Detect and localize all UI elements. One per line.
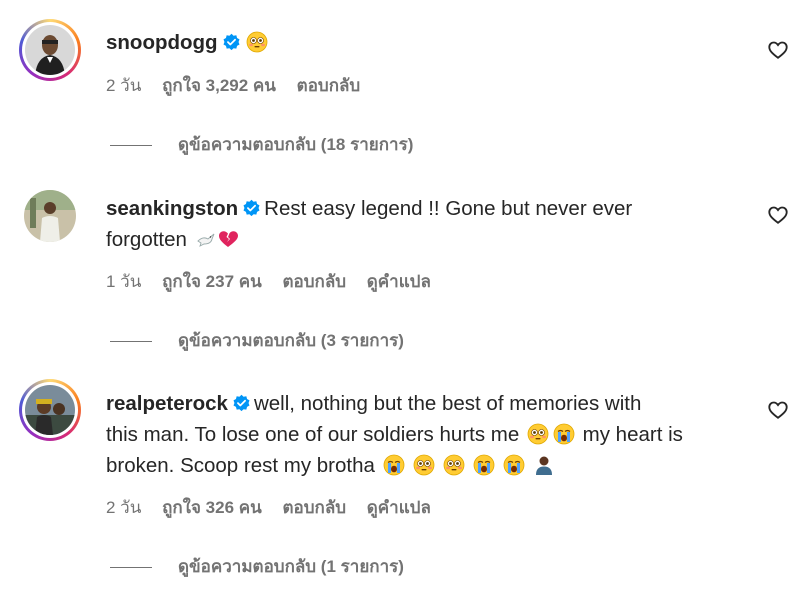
view-replies-label: ดูข้อความตอบกลับ (18 รายการ) <box>178 135 414 154</box>
avatar-seankingston[interactable] <box>24 190 76 242</box>
comment-body: snoopdogg <box>106 27 756 58</box>
crying-face-icon <box>503 454 525 476</box>
crying-face-icon <box>383 454 405 476</box>
translate-button[interactable]: ดูคำแปล <box>367 272 431 291</box>
comment-text-line3: my heart is <box>582 423 683 446</box>
avatar-snoopdogg[interactable] <box>19 19 81 81</box>
divider-line <box>110 567 152 569</box>
view-replies-button[interactable]: ดูข้อความตอบกลับ (1 รายการ) <box>110 553 404 580</box>
likes-count[interactable]: ถูกใจ 3,292 คน <box>162 76 276 95</box>
flushed-face-icon <box>527 423 549 445</box>
username[interactable]: seankingston <box>106 197 238 220</box>
comment-text-line2: forgotten <box>106 228 187 251</box>
verified-badge-icon <box>223 33 240 51</box>
divider-line <box>110 145 152 147</box>
like-heart-icon[interactable] <box>767 399 789 421</box>
comment-text-line4: broken. Scoop rest my brotha <box>106 454 375 477</box>
verified-badge-icon <box>233 394 250 412</box>
dove-icon <box>196 233 215 247</box>
comment-meta: 2 วัน ถูกใจ 3,292 คน ตอบกลับ <box>106 72 376 99</box>
likes-count[interactable]: ถูกใจ 237 คน <box>162 272 262 291</box>
reply-button[interactable]: ตอบกลับ <box>297 76 361 95</box>
flushed-face-icon <box>246 31 268 53</box>
comment-text-line1: well, nothing but the best of memories w… <box>253 392 642 415</box>
crying-face-icon <box>553 423 575 445</box>
view-replies-label: ดูข้อความตอบกลับ (1 รายการ) <box>178 557 404 576</box>
like-heart-icon[interactable] <box>767 204 789 226</box>
comment-body: seankingston Rest easy legend !! Gone but… <box>106 193 756 255</box>
comment-meta: 2 วัน ถูกใจ 326 คน ตอบกลับ ดูคำแปล <box>106 494 447 521</box>
avatar-realpeterock[interactable] <box>19 379 81 441</box>
verified-badge-icon <box>243 199 260 217</box>
comment-time: 2 วัน <box>106 498 142 517</box>
comment-text-line2: this man. To lose one of our soldiers hu… <box>106 423 520 446</box>
username[interactable]: snoopdogg <box>106 31 218 54</box>
crying-face-icon <box>473 454 495 476</box>
avatar-image <box>25 385 75 435</box>
comment-body: realpeterock well, nothing but the best o… <box>106 388 756 481</box>
comment-time: 1 วัน <box>106 272 142 291</box>
comment-meta: 1 วัน ถูกใจ 237 คน ตอบกลับ ดูคำแปล <box>106 268 447 295</box>
flushed-face-icon <box>443 454 465 476</box>
view-replies-button[interactable]: ดูข้อความตอบกลับ (18 รายการ) <box>110 131 413 158</box>
like-heart-icon[interactable] <box>767 39 789 61</box>
translate-button[interactable]: ดูคำแปล <box>367 498 431 517</box>
avatar-image <box>25 25 75 75</box>
divider-line <box>110 341 152 343</box>
person-icon <box>535 456 552 475</box>
reply-button[interactable]: ตอบกลับ <box>282 498 346 517</box>
username[interactable]: realpeterock <box>106 392 228 415</box>
flushed-face-icon <box>413 454 435 476</box>
broken-heart-icon <box>218 231 238 247</box>
comment-text-line1: Rest easy legend !! Gone but never ever <box>264 197 633 220</box>
reply-button[interactable]: ตอบกลับ <box>282 272 346 291</box>
view-replies-button[interactable]: ดูข้อความตอบกลับ (3 รายการ) <box>110 327 404 354</box>
comment-time: 2 วัน <box>106 76 142 95</box>
likes-count[interactable]: ถูกใจ 326 คน <box>162 498 262 517</box>
view-replies-label: ดูข้อความตอบกลับ (3 รายการ) <box>178 331 404 350</box>
